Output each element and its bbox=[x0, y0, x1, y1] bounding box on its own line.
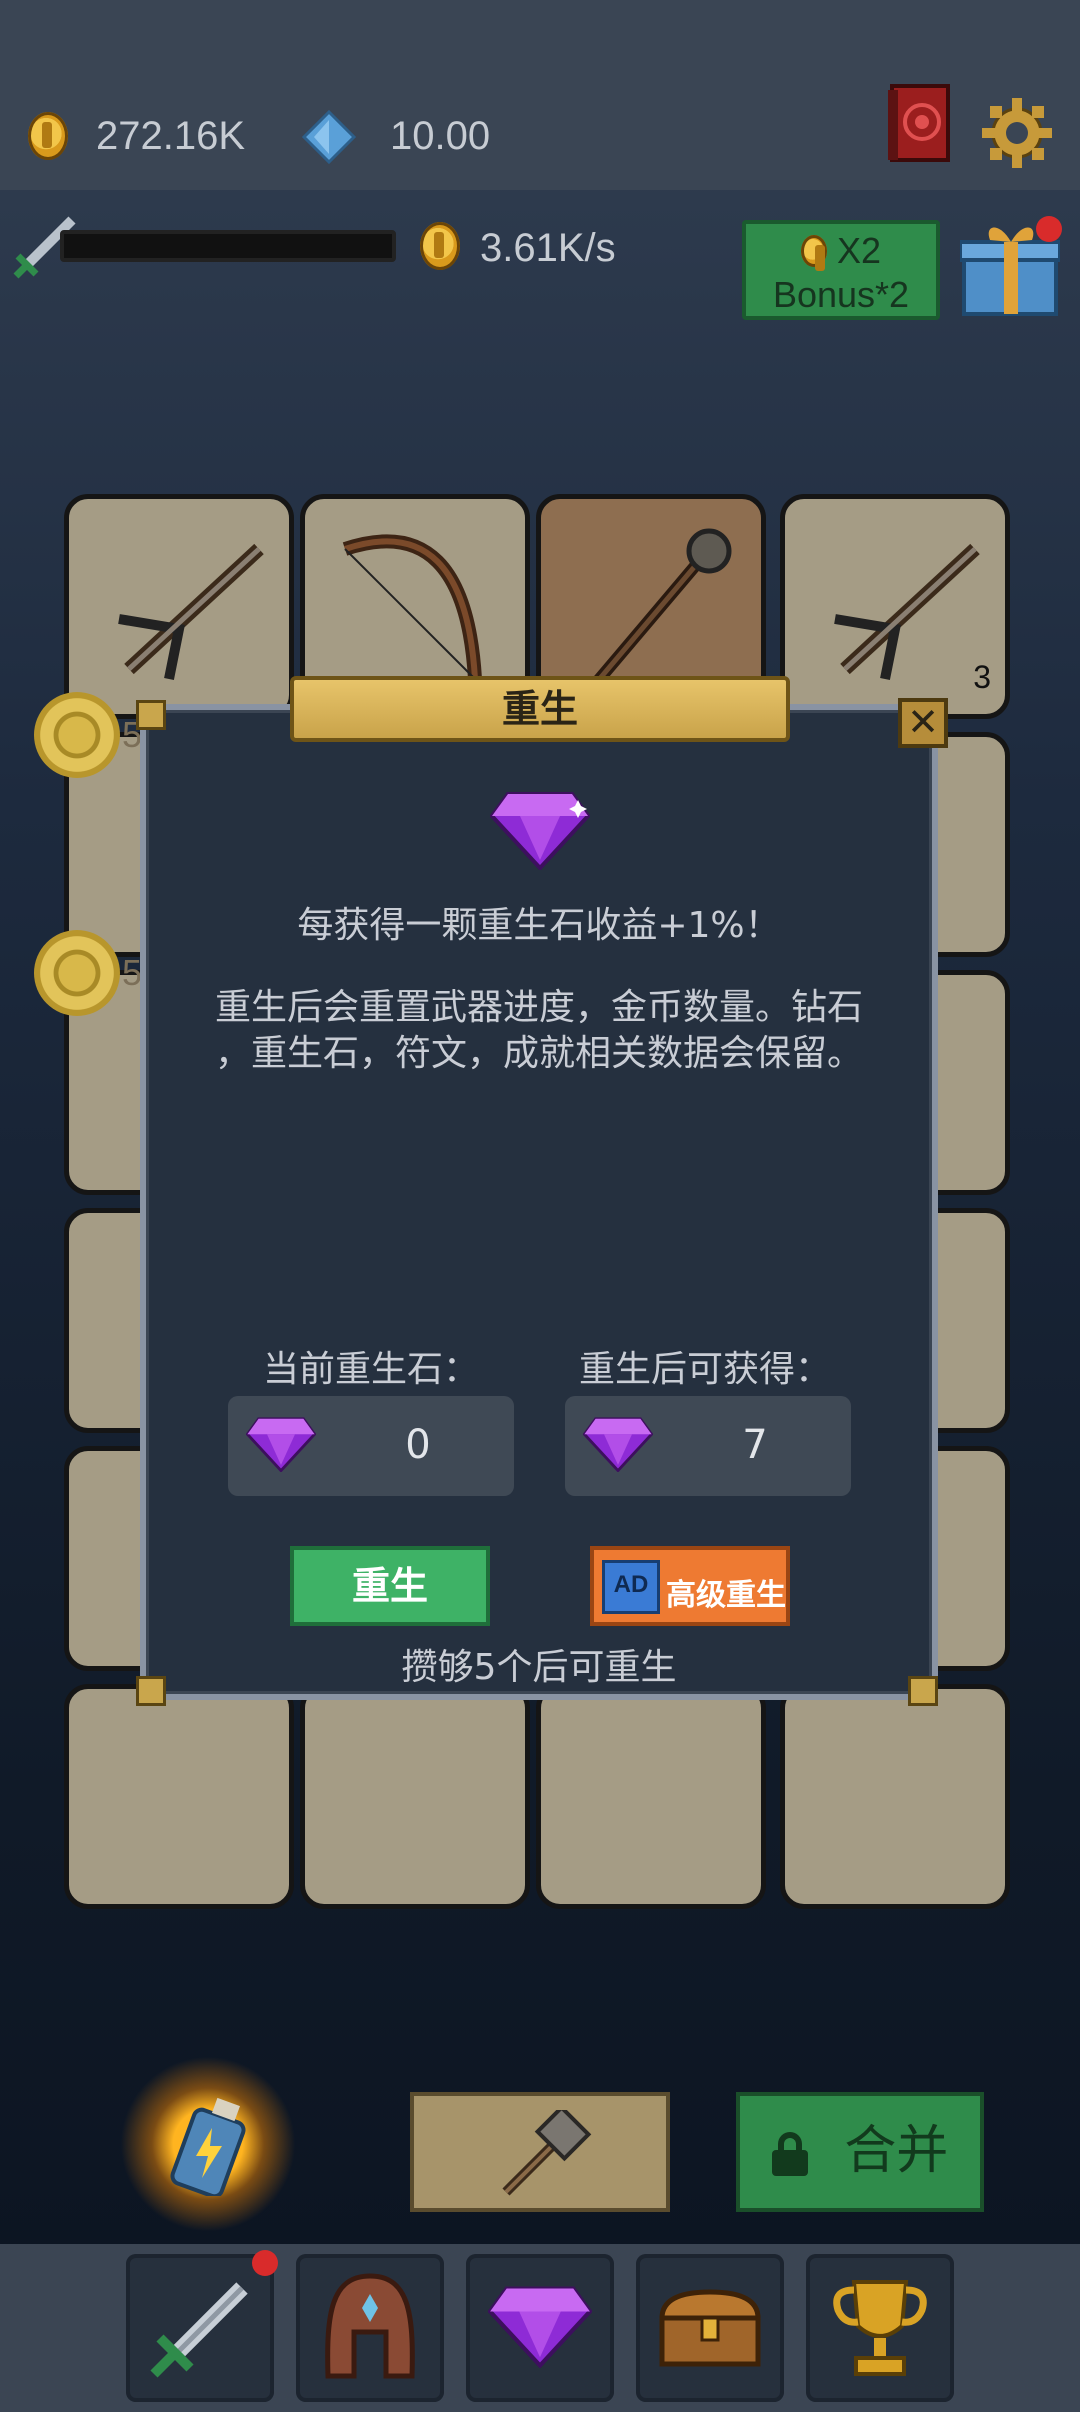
weapon-slot[interactable] bbox=[64, 494, 294, 719]
bonus-count-label: Bonus*2 bbox=[772, 274, 910, 315]
rebirth-bonus-text: 每获得一颗重生石收益+1%！ bbox=[297, 905, 781, 946]
rebirth-desc-line1: 重生后会重置武器进度，金币数量。钻石 bbox=[214, 987, 863, 1028]
trophy-icon bbox=[833, 2280, 927, 2376]
dialog-corner bbox=[136, 700, 166, 730]
gem-icon bbox=[302, 110, 356, 164]
after-stones-box: 7 bbox=[565, 1396, 851, 1496]
hammer-icon bbox=[502, 2110, 592, 2196]
crossbow-icon bbox=[834, 543, 980, 680]
income-rate: 3.61K/s bbox=[480, 226, 616, 270]
coin-icon bbox=[28, 112, 68, 160]
coin-token[interactable] bbox=[34, 930, 120, 1016]
coin-token[interactable] bbox=[34, 692, 120, 778]
sword-icon bbox=[150, 2282, 248, 2378]
rebirth-stone-icon bbox=[583, 1417, 653, 1472]
helmet-icon bbox=[325, 2273, 415, 2379]
coin-icon bbox=[420, 222, 460, 270]
weapon-slot[interactable] bbox=[780, 1684, 1010, 1909]
weapon-slot[interactable] bbox=[536, 1684, 766, 1909]
bonus-multiplier-label: X2 bbox=[746, 230, 936, 272]
treasure-chest-icon bbox=[659, 2289, 761, 2367]
energy-boost-button[interactable] bbox=[120, 2056, 296, 2232]
ad-tv-icon: AD bbox=[602, 1560, 660, 1614]
weapon-slot[interactable] bbox=[64, 1684, 294, 1909]
book-icon[interactable] bbox=[886, 82, 952, 164]
current-stones-box: 0 bbox=[228, 1396, 514, 1496]
weapon-slot[interactable] bbox=[300, 1684, 530, 1909]
merge-button[interactable]: 合并 bbox=[736, 2092, 984, 2212]
after-rebirth-label: 重生后可获得： bbox=[578, 1349, 831, 1390]
gem-balance: 10.00 bbox=[390, 114, 491, 158]
lightning-potion-icon bbox=[170, 2097, 246, 2196]
rebirth-stone-icon bbox=[246, 1417, 316, 1472]
nav-notification-dot bbox=[252, 2250, 278, 2276]
advanced-rebirth-label: 高级重生 bbox=[666, 1578, 786, 1613]
nav-weapons[interactable] bbox=[126, 2254, 274, 2402]
nav-chest[interactable] bbox=[636, 2254, 784, 2402]
x2-bonus-button[interactable]: X2 Bonus*2 bbox=[742, 220, 940, 320]
merge-label: 合并 bbox=[844, 2121, 949, 2181]
current-stones-value: 0 bbox=[405, 1422, 431, 1468]
nav-armor[interactable] bbox=[296, 2254, 444, 2402]
weapon-slot[interactable]: 3 bbox=[780, 494, 1010, 719]
settings-gear-icon[interactable] bbox=[982, 98, 1052, 168]
after-stones-value: 7 bbox=[742, 1422, 768, 1468]
dialog-title: 重生 bbox=[290, 676, 790, 742]
slot-level: 3 bbox=[973, 659, 991, 695]
close-button[interactable]: ✕ bbox=[898, 698, 948, 748]
rebirth-desc-line2: ，重生石，符文，成就相关数据会保留。 bbox=[214, 1033, 863, 1074]
crossbow-icon bbox=[118, 543, 264, 680]
gem-icon bbox=[488, 2286, 592, 2368]
coin-balance: 272.16K bbox=[96, 114, 246, 158]
nav-gems[interactable] bbox=[466, 2254, 614, 2402]
forge-hammer-button[interactable] bbox=[410, 2092, 670, 2212]
weapon-progress-bar bbox=[60, 230, 396, 262]
rebirth-requirement-hint: 攒够5个后可重生 bbox=[401, 1647, 677, 1688]
gift-notification-dot bbox=[1036, 216, 1062, 242]
rebirth-button[interactable]: 重生 bbox=[290, 1546, 490, 1626]
nav-achievements[interactable] bbox=[806, 2254, 954, 2402]
advanced-rebirth-button[interactable]: AD 高级重生 bbox=[590, 1546, 790, 1626]
lock-icon bbox=[771, 2132, 808, 2176]
coin-icon bbox=[800, 235, 827, 271]
current-stones-label: 当前重生石： bbox=[262, 1349, 479, 1390]
rebirth-stone-icon bbox=[490, 792, 590, 870]
